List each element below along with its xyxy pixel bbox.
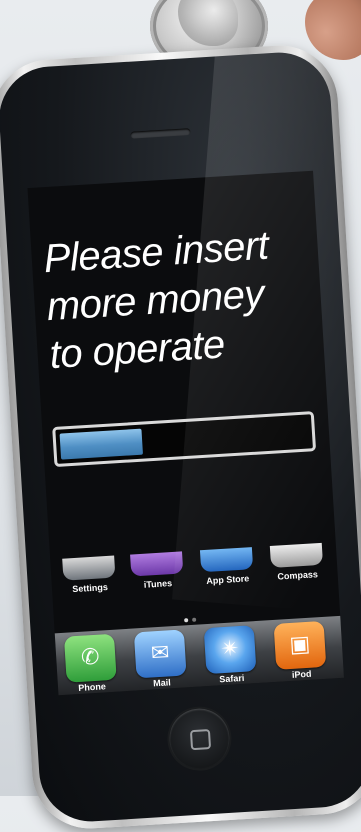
message-line: Please insert	[42, 223, 270, 282]
mail-icon[interactable]: ✉	[133, 629, 187, 679]
iphone: Please insert more money to operate Sett…	[0, 42, 361, 832]
dock: ✆ Phone ✉ Mail ✴ Safari ▣ iPod	[54, 615, 344, 696]
itunes-label: iTunes	[143, 578, 173, 590]
phone-bezel: Please insert more money to operate Sett…	[0, 49, 361, 825]
phone-icon[interactable]: ✆	[63, 633, 117, 683]
home-button[interactable]	[167, 706, 232, 771]
insert-money-message: Please insert more money to operate	[42, 219, 320, 379]
progress-bar-fill	[59, 428, 143, 460]
home-icon-row: Settings iTunes App Store Compass	[58, 542, 331, 608]
app-store-icon[interactable]	[199, 547, 254, 573]
dock-app-ipod[interactable]: ▣ iPod	[271, 620, 330, 681]
phone-screen: Please insert more money to operate Sett…	[27, 170, 344, 696]
home-square-icon	[189, 729, 212, 751]
compass-label: Compass	[277, 569, 319, 582]
dock-app-phone[interactable]: ✆ Phone	[61, 633, 120, 694]
dock-label-phone: Phone	[78, 681, 107, 693]
dock-label-mail: Mail	[152, 677, 172, 689]
dock-app-mail[interactable]: ✉ Mail	[131, 629, 190, 689]
safari-icon[interactable]: ✴	[203, 625, 257, 675]
settings-label: Settings	[72, 582, 109, 595]
settings-icon[interactable]	[62, 555, 116, 581]
dock-label-ipod: iPod	[291, 668, 312, 680]
app-store-label: App Store	[206, 573, 250, 586]
page-dot-active	[184, 618, 189, 623]
earpiece-speaker	[130, 128, 191, 139]
page-dot	[192, 617, 197, 622]
compass-icon[interactable]	[269, 542, 324, 568]
dock-label-safari: Safari	[219, 672, 245, 685]
ipod-icon[interactable]: ▣	[273, 620, 327, 670]
coin-portrait	[178, 0, 238, 46]
progress-bar	[52, 411, 317, 468]
dock-app-safari[interactable]: ✴ Safari	[201, 625, 260, 685]
itunes-icon[interactable]	[130, 551, 184, 577]
